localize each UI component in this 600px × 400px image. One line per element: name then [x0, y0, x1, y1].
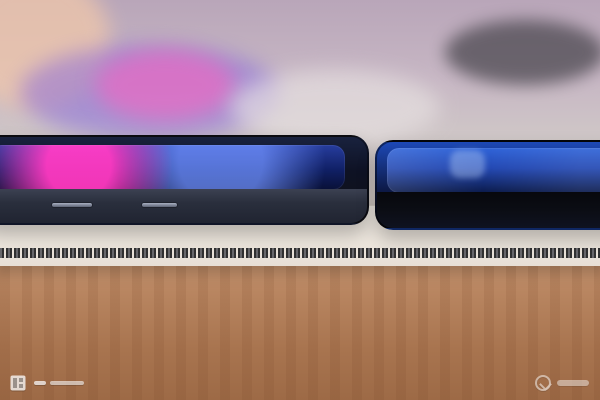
watermark-check-icon [535, 375, 551, 391]
phone-right-edge [377, 192, 600, 228]
phone-right [375, 140, 600, 230]
notebook-spiral [0, 248, 600, 258]
phone-left [0, 135, 369, 225]
watermark-left [10, 374, 84, 392]
watermark-text-bar [557, 380, 589, 386]
bokeh-pink [95, 50, 235, 120]
watermark-logo-icon [10, 375, 26, 391]
phone-right-screen [387, 148, 600, 193]
phone-left-button-1 [52, 203, 92, 207]
screen-glare [450, 150, 485, 178]
watermark-right [535, 372, 595, 394]
phone-left-screen [0, 145, 345, 190]
phone-left-button-2 [142, 203, 177, 207]
bokeh-white [230, 70, 440, 145]
photo-scene [0, 0, 600, 400]
bokeh-dark [445, 20, 600, 85]
watermark-text-mark [34, 381, 84, 385]
